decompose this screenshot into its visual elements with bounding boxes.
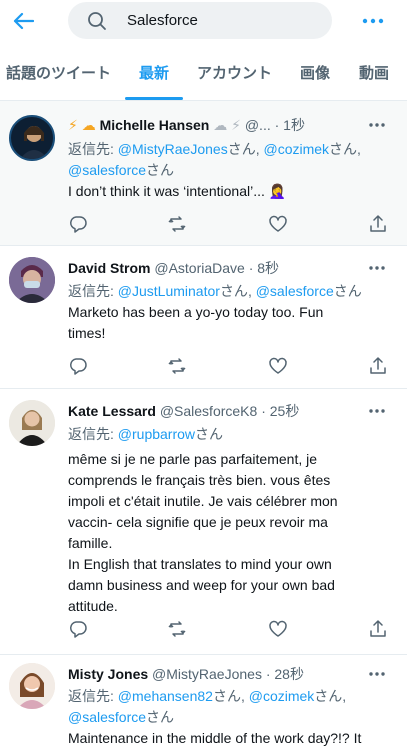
search-input[interactable]: Salesforce	[68, 2, 332, 39]
mention-link[interactable]: @salesforce	[256, 283, 334, 299]
tweet-more-icon[interactable]	[367, 667, 387, 681]
author-handle[interactable]: @AstoriaDave	[154, 260, 244, 276]
author-name[interactable]: David Strom	[68, 260, 150, 276]
avatar-image	[20, 126, 48, 159]
mention-link[interactable]: @salesforce	[68, 162, 146, 178]
lightning-cloud-emoji: ⚡ ☁	[68, 117, 96, 133]
tweet-time[interactable]: · 28秒	[266, 666, 304, 682]
author-name[interactable]: Kate Lessard	[68, 403, 156, 419]
mention-link[interactable]: @MistyRaeJones	[118, 141, 228, 157]
avatar-image	[9, 257, 55, 303]
reply-icon[interactable]	[68, 356, 88, 376]
more-options-button[interactable]	[359, 8, 387, 34]
search-icon	[88, 12, 106, 30]
retweet-icon[interactable]	[167, 619, 187, 639]
tweet-time[interactable]: · 8秒	[249, 260, 279, 276]
reply-context: 返信先: @rupbarrowさん	[68, 426, 224, 442]
like-heart-icon[interactable]	[268, 356, 288, 376]
reply-context: 返信先: @mehansen82さん, @cozimekさん, @salesfo…	[68, 688, 347, 725]
tweet[interactable]: Misty Jones @MistyRaeJones · 28秒 返信先: @m…	[0, 655, 407, 746]
tab-latest[interactable]: 最新	[139, 64, 169, 84]
back-button[interactable]	[10, 8, 36, 34]
avatar-image	[9, 400, 55, 446]
mention-link[interactable]: @cozimek	[249, 688, 315, 704]
mention-link[interactable]: @cozimek	[263, 141, 329, 157]
tweet-text: Maintenance in the middle of the work da…	[68, 730, 362, 746]
retweet-icon[interactable]	[167, 356, 187, 376]
tweet-time[interactable]: · 25秒	[261, 403, 299, 419]
mention-link[interactable]: @salesforce	[68, 709, 146, 725]
share-icon[interactable]	[368, 619, 388, 639]
facepalm-emoji: 🤦‍♀️	[268, 183, 287, 199]
tab-top[interactable]: 話題のツイート	[6, 64, 111, 84]
author-handle[interactable]: @MistyRaeJones	[152, 666, 262, 682]
author-name[interactable]: Misty Jones	[68, 666, 148, 682]
avatar[interactable]	[9, 663, 55, 709]
tab-videos[interactable]: 動画	[359, 64, 389, 84]
avatar[interactable]	[9, 257, 55, 303]
tweet-actions	[68, 214, 388, 234]
author-handle[interactable]: @SalesforceK8	[160, 403, 257, 419]
tweet-actions	[68, 619, 388, 639]
mention-link[interactable]: @rupbarrow	[118, 426, 195, 442]
back-arrow-icon	[13, 12, 34, 30]
author-handle[interactable]: @...	[245, 117, 271, 133]
tweet-more-icon[interactable]	[367, 261, 387, 275]
tab-images[interactable]: 画像	[300, 64, 330, 84]
tweet-time[interactable]: · 1秒	[275, 117, 305, 133]
mention-link[interactable]: @JustLuminator	[118, 283, 220, 299]
tweet-text: I don’t think it was ‘intentional’... 🤦‍…	[68, 183, 287, 199]
tweet-text: même si je ne parle pas parfaitement, je…	[68, 451, 338, 614]
more-dots-icon	[362, 18, 384, 24]
avatar[interactable]	[9, 400, 55, 446]
like-heart-icon[interactable]	[268, 214, 288, 234]
mention-link[interactable]: @mehansen82	[118, 688, 213, 704]
reply-context: 返信先: @JustLuminatorさん, @salesforceさん	[68, 283, 362, 299]
author-name[interactable]: Michelle Hansen	[100, 117, 210, 133]
tweet-more-icon[interactable]	[367, 404, 387, 418]
tweet[interactable]: Kate Lessard @SalesforceK8 · 25秒 返信先: @r…	[0, 389, 407, 655]
search-tabs: 話題のツイート 最新 アカウント 画像 動画	[0, 52, 407, 101]
tweet-more-icon[interactable]	[367, 118, 387, 132]
tab-accounts[interactable]: アカウント	[197, 64, 272, 84]
reply-icon[interactable]	[68, 619, 88, 639]
tweet[interactable]: David Strom @AstoriaDave · 8秒 返信先: @Just…	[0, 246, 407, 389]
reply-icon[interactable]	[68, 214, 88, 234]
tweet[interactable]: ⚡ ☁ Michelle Hansen ☁ ⚡ @... · 1秒 返信先: @…	[0, 101, 407, 246]
tweet-actions	[68, 356, 388, 376]
retweet-icon[interactable]	[167, 214, 187, 234]
avatar-image	[9, 663, 55, 709]
top-bar: Salesforce	[0, 0, 407, 42]
tweet-text: Marketo has been a yo-yo today too. Fun …	[68, 304, 324, 341]
active-tab-indicator	[125, 97, 183, 100]
search-query: Salesforce	[127, 12, 198, 29]
cloud-lightning-emoji: ☁ ⚡	[213, 117, 241, 133]
share-icon[interactable]	[368, 356, 388, 376]
like-heart-icon[interactable]	[268, 619, 288, 639]
reply-context: 返信先: @MistyRaeJonesさん, @cozimekさん, @sale…	[68, 141, 361, 178]
avatar[interactable]	[9, 115, 55, 161]
share-icon[interactable]	[368, 214, 388, 234]
